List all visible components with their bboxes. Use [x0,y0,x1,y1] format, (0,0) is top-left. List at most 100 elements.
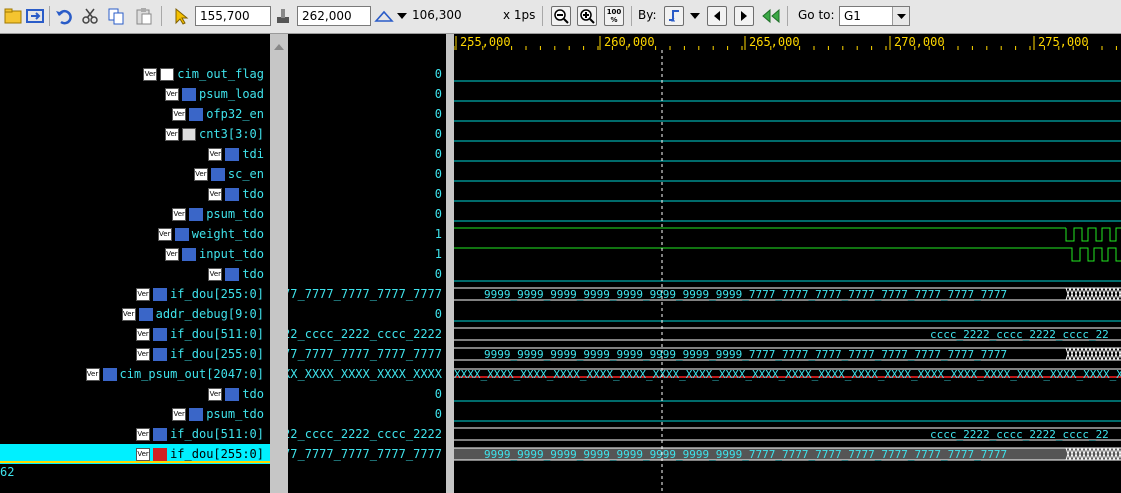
timescale-label: x 1ps [503,8,536,22]
wave-transition [1085,287,1091,301]
prev-icon[interactable] [707,6,727,26]
out-port-icon [153,347,168,361]
signal-value: 0 [434,267,442,281]
delta-dropdown-icon[interactable] [396,5,408,27]
signal-name: cim_psum_out[2047:0] [119,367,265,381]
wave-transition [1097,347,1103,361]
signal-row[interactable]: Ver addr_debug[9:0] [0,304,270,324]
goto-select[interactable]: G1 [839,6,910,26]
in-port-icon [138,307,153,321]
signal-name: tdo [242,387,264,401]
signal-row[interactable]: Ver psum_tdo [0,204,270,224]
signal-row[interactable]: Ver if_dou[511:0] [0,424,270,444]
verilog-icon: Ver [157,227,172,241]
signal-name: psum_load [198,87,264,101]
signal-row[interactable]: Ver input_tdo [0,244,270,264]
signal-value: 0 [434,67,442,81]
paste-icon[interactable] [133,5,155,27]
waveform-panel: 255,000 260,000 265,000 270,000 275,000 9999_… [454,34,1121,493]
signal-value: 77_7777_7777_7777_7777 [288,347,442,361]
verilog-icon: Ver [208,267,223,281]
copy-icon[interactable] [105,5,127,27]
signal-name: if_dou[511:0] [170,427,264,441]
wave-transition [1101,347,1107,361]
signal-row[interactable]: Ver ofp32_en [0,104,270,124]
signal-row[interactable]: Ver if_dou[511:0] [0,324,270,344]
end-time-field[interactable] [297,6,371,26]
signal-row[interactable]: Ver psum_load [0,84,270,104]
timeline-label: 255,000 [460,35,511,49]
bus-value: cccc_2222_cccc_2222_cccc_22 [930,428,1109,441]
out-port-icon [225,187,240,201]
signal-row[interactable]: Ver tdo [0,264,270,284]
bus-value: cccc_2222_cccc_2222_cccc_22 [930,328,1109,341]
next-icon[interactable] [734,6,754,26]
wave-toggle [1066,247,1121,262]
verilog-icon: Ver [172,107,187,121]
cursor-icon[interactable] [169,5,191,27]
in-port-icon [210,167,225,181]
signal-value: 0 [434,87,442,101]
swap-icon[interactable] [24,5,46,27]
goto-icon[interactable] [759,5,781,27]
signal-row[interactable]: Ver cnt3[3:0] [0,124,270,144]
signal-name: ofp32_en [206,107,264,121]
signal-row[interactable]: Ver tdi [0,144,270,164]
by-label: By: [638,8,657,22]
verilog-icon: Ver [136,327,151,341]
out-port-icon [225,267,240,281]
timeline-label: 265,000 [749,35,800,49]
signal-row[interactable]: Ver tdo [0,384,270,404]
out-port-icon [153,327,168,341]
signal-row[interactable]: Ver weight_tdo [0,224,270,244]
bus-value: 9999_9999_9999_9999_9999_9999_9999_9999_… [484,448,1007,461]
signal-row[interactable]: Ver if_dou[255:0] [0,344,270,364]
start-time-field[interactable] [195,6,271,26]
folder-icon[interactable] [2,5,24,27]
signal-row[interactable]: Ver psum_tdo [0,404,270,424]
verilog-icon: Ver [136,287,151,301]
scroll-up-icon[interactable] [274,36,284,50]
name-panel-scrollbar[interactable] [270,34,288,493]
cut-icon[interactable] [79,5,101,27]
undo-icon[interactable] [53,5,75,27]
panel-splitter[interactable] [446,34,454,493]
zoom-out-icon[interactable] [551,6,571,26]
timeline-label: 270,000 [894,35,945,49]
edge-icon[interactable] [664,6,684,26]
wave-transition [1105,347,1111,361]
by-dropdown-icon[interactable] [688,5,702,27]
wave-transition [1073,287,1079,301]
signal-row[interactable]: Ver tdo [0,184,270,204]
signal-value: 0 [434,407,442,421]
bus-value: 9999_9999_9999_9999_9999_9999_9999_9999_… [484,348,1007,361]
int-port-icon [181,127,196,141]
signal-value: 77_7777_7777_7777_7777 [288,447,442,461]
delta-icon[interactable] [373,5,395,27]
goto-value: G1 [844,9,861,23]
signal-name: psum_tdo [206,207,264,221]
wave-transition [1105,287,1111,301]
marker-icon[interactable] [272,5,294,27]
signal-value: 22_cccc_2222_cccc_2222 [288,327,442,341]
wave-transition [1113,287,1119,301]
signal-row[interactable]: Ver sc_en [0,164,270,184]
signal-value: 0 [434,107,442,121]
wave-transition [1085,347,1091,361]
zoom-in-icon[interactable] [577,6,597,26]
signal-row[interactable]: Ver if_dou[255:0] [0,284,270,304]
signal-name: tdi [242,147,264,161]
out-port-icon [189,407,204,421]
signal-row[interactable]: Ver cim_out_flag [0,64,270,84]
verilog-icon: Ver [164,127,179,141]
signal-value: 0 [434,167,442,181]
signal-row[interactable]: Ver cim_psum_out[2047:0] [0,364,270,384]
verilog-icon: Ver [208,187,223,201]
verilog-icon: Ver [143,67,158,81]
zoom-fit-icon[interactable]: 100 % [604,6,624,26]
goto-dropdown-icon[interactable] [892,7,909,25]
out-port-icon [153,427,168,441]
verilog-icon: Ver [164,247,179,261]
signal-value-panel: 0 0 0 0 0 0 0 0 1 1 0 77_7777_7777_7777_7777 0 22_ccc… [288,34,446,493]
wave-transition [1093,347,1099,361]
